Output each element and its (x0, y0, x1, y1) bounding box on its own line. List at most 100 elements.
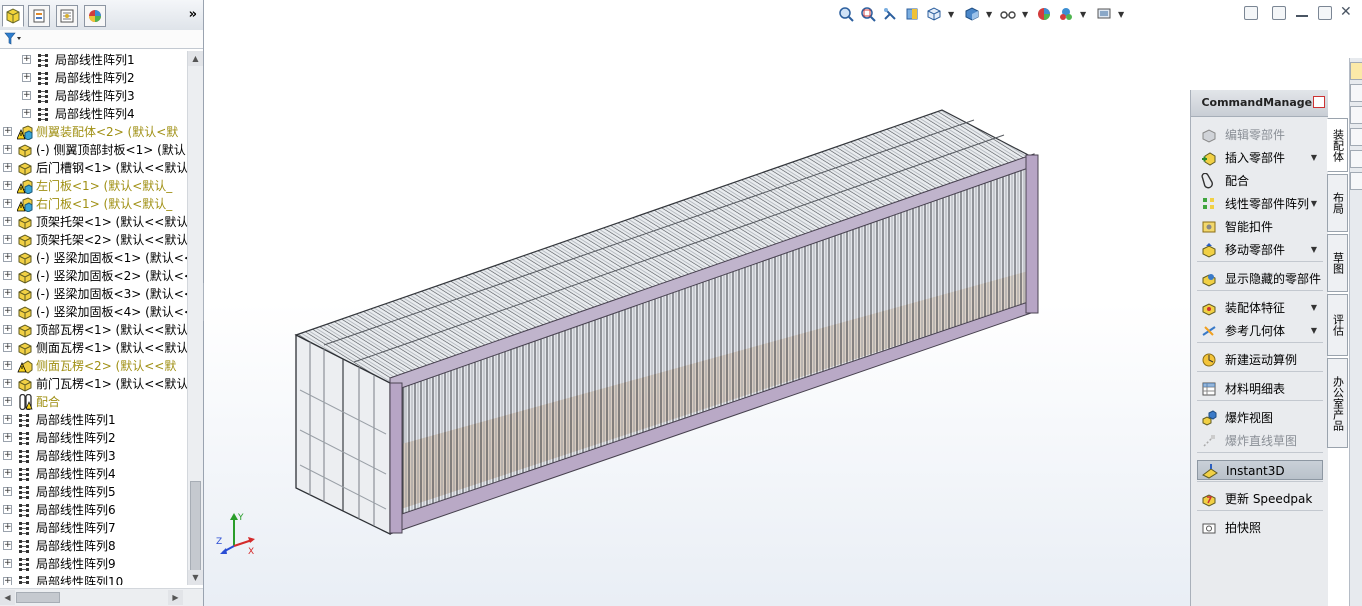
cm-item-edit-component[interactable]: 编辑零部件 (1197, 125, 1323, 145)
cm-tab[interactable]: 布局 (1327, 174, 1348, 232)
dropdown-arrow-icon[interactable]: ▼ (1311, 148, 1317, 168)
expand-toggle-icon[interactable]: + (3, 199, 12, 208)
tree-item[interactable]: + 配合 (0, 393, 187, 411)
expand-toggle-icon[interactable]: + (3, 145, 12, 154)
cm-item-reference-geometry[interactable]: 参考几何体 ▼ (1197, 321, 1323, 341)
expand-toggle-icon[interactable]: + (3, 577, 12, 585)
expand-toggle-icon[interactable]: + (3, 235, 12, 244)
tree-item[interactable]: + 局部线性阵列2 (0, 69, 187, 87)
graphics-area[interactable]: ▼ ▼ ▼ ▼ ▼ ✕ Y X Z (204, 0, 1352, 606)
tree-item[interactable]: + (-) 竖梁加固板<2> (默认<< (0, 267, 187, 285)
cm-item-explode-line[interactable]: 爆炸直线草图 (1197, 431, 1323, 451)
expand-toggle-icon[interactable]: + (3, 253, 12, 262)
expand-toggle-icon[interactable]: + (3, 163, 12, 172)
close-icon[interactable]: ✕ (1340, 4, 1352, 20)
tile-left-button[interactable] (1244, 6, 1258, 20)
tree-item[interactable]: + 局部线性阵列7 (0, 519, 187, 537)
dropdown-arrow-icon[interactable]: ▼ (1311, 194, 1317, 214)
property-manager-tab[interactable] (28, 5, 50, 27)
expand-toggle-icon[interactable]: + (3, 523, 12, 532)
tree-item[interactable]: + 后门槽钢<1> (默认<<默认 (0, 159, 187, 177)
tree-item[interactable]: + (-) 竖梁加固板<1> (默认<< (0, 249, 187, 267)
scroll-thumb[interactable] (190, 481, 201, 571)
expand-toggle-icon[interactable]: + (3, 379, 12, 388)
tree-item[interactable]: + 顶架托架<1> (默认<<默认 (0, 213, 187, 231)
expand-toggle-icon[interactable]: + (22, 73, 31, 82)
cm-tab[interactable]: 评估 (1327, 294, 1348, 356)
expand-toggle-icon[interactable]: + (3, 307, 12, 316)
expand-toggle-icon[interactable]: + (3, 397, 12, 406)
tree-item[interactable]: + 局部线性阵列1 (0, 411, 187, 429)
tree-item[interactable]: + 局部线性阵列6 (0, 501, 187, 519)
view-palette-tab[interactable] (1350, 150, 1362, 168)
cm-item-assembly-feature[interactable]: 装配体特征 ▼ (1197, 298, 1323, 318)
tree-item[interactable]: + (-) 竖梁加固板<4> (默认<< (0, 303, 187, 321)
design-library-tab[interactable] (1350, 106, 1362, 124)
pin-icon[interactable] (1313, 96, 1325, 108)
tree-item[interactable]: + 侧面瓦楞<2> (默认<<默 (0, 357, 187, 375)
container-model[interactable] (204, 0, 1190, 606)
expand-toggle-icon[interactable]: + (3, 289, 12, 298)
cm-item-snapshot[interactable]: 拍快照 (1197, 518, 1323, 538)
cm-tab[interactable]: 装配体 (1327, 118, 1348, 172)
cm-item-show-hidden[interactable]: 显示隐藏的零部件 (1197, 269, 1323, 289)
dropdown-arrow-icon[interactable]: ▼ (1311, 240, 1317, 260)
tree-filter-bar[interactable] (0, 30, 203, 49)
tree-item[interactable]: + 局部线性阵列5 (0, 483, 187, 501)
tree-item[interactable]: + 局部线性阵列3 (0, 87, 187, 105)
expand-toggle-icon[interactable]: + (3, 415, 12, 424)
configuration-manager-tab[interactable] (56, 5, 78, 27)
expand-toggle-icon[interactable]: + (22, 55, 31, 64)
tree-vertical-scrollbar[interactable]: ▲ ▼ (187, 51, 203, 585)
funnel-icon[interactable] (4, 32, 22, 46)
tree-item[interactable]: + 局部线性阵列8 (0, 537, 187, 555)
expand-toggle-icon[interactable]: + (3, 469, 12, 478)
cm-tab[interactable]: 办公室产品 (1327, 358, 1348, 448)
expand-toggle-icon[interactable]: + (3, 217, 12, 226)
tree-item[interactable]: + 顶部瓦楞<1> (默认<<默认 (0, 321, 187, 339)
tree-item[interactable]: + 侧面瓦楞<1> (默认<<默认 (0, 339, 187, 357)
cm-item-exploded-view[interactable]: 爆炸视图 (1197, 408, 1323, 428)
tree-item[interactable]: + 右门板<1> (默认<默认_ (0, 195, 187, 213)
tree-item[interactable]: + 局部线性阵列3 (0, 447, 187, 465)
tree-item[interactable]: + 局部线性阵列4 (0, 465, 187, 483)
expand-toggle-icon[interactable]: + (3, 487, 12, 496)
tree-item[interactable]: + (-) 竖梁加固板<3> (默认<< (0, 285, 187, 303)
tree-item[interactable]: + 侧翼装配体<2> (默认<默 (0, 123, 187, 141)
expand-toggle-icon[interactable]: + (3, 127, 12, 136)
tree-item[interactable]: + 顶架托架<2> (默认<<默认 (0, 231, 187, 249)
expand-toggle-icon[interactable]: + (3, 451, 12, 460)
tree-item[interactable]: + 局部线性阵列4 (0, 105, 187, 123)
cm-item-linear-pattern[interactable]: 线性零部件阵列 ▼ (1197, 194, 1323, 214)
minimize-icon[interactable] (1296, 15, 1308, 17)
expand-toggle-icon[interactable]: + (3, 361, 12, 370)
tree-item[interactable]: + 局部线性阵列1 (0, 51, 187, 69)
resources-tab[interactable] (1350, 84, 1362, 102)
dropdown-arrow-icon[interactable]: ▼ (1311, 321, 1317, 341)
tree-item[interactable]: + 左门板<1> (默认<默认_ (0, 177, 187, 195)
expand-toggle-icon[interactable]: + (3, 271, 12, 280)
dropdown-arrow-icon[interactable]: ▼ (1311, 298, 1317, 318)
home-tab[interactable] (1350, 62, 1362, 80)
cm-item-speedpak[interactable]: 更新 Speedpak (1197, 489, 1323, 509)
expand-toggle-icon[interactable]: + (3, 181, 12, 190)
tree-horizontal-scrollbar[interactable]: ◀ ▶ (0, 588, 203, 606)
expand-tabs-icon[interactable]: » (189, 7, 197, 22)
file-explorer-tab[interactable] (1350, 128, 1362, 146)
display-manager-tab[interactable] (84, 5, 106, 27)
restore-button[interactable] (1318, 6, 1332, 20)
cm-item-instant3d[interactable]: Instant3D (1197, 460, 1323, 480)
expand-toggle-icon[interactable]: + (3, 559, 12, 568)
cm-item-smart-fastener[interactable]: 智能扣件 (1197, 217, 1323, 237)
tree-item[interactable]: + 局部线性阵列9 (0, 555, 187, 573)
tile-right-button[interactable] (1272, 6, 1286, 20)
cm-item-insert-component[interactable]: 插入零部件 ▼ (1197, 148, 1323, 168)
cm-item-mate[interactable]: 配合 (1197, 171, 1323, 191)
tree-item[interactable]: + 局部线性阵列10 (0, 573, 187, 585)
h-scroll-thumb[interactable] (16, 592, 60, 603)
expand-toggle-icon[interactable]: + (3, 433, 12, 442)
expand-toggle-icon[interactable]: + (22, 109, 31, 118)
cm-item-bom[interactable]: 材料明细表 (1197, 379, 1323, 399)
expand-toggle-icon[interactable]: + (3, 325, 12, 334)
expand-toggle-icon[interactable]: + (22, 91, 31, 100)
